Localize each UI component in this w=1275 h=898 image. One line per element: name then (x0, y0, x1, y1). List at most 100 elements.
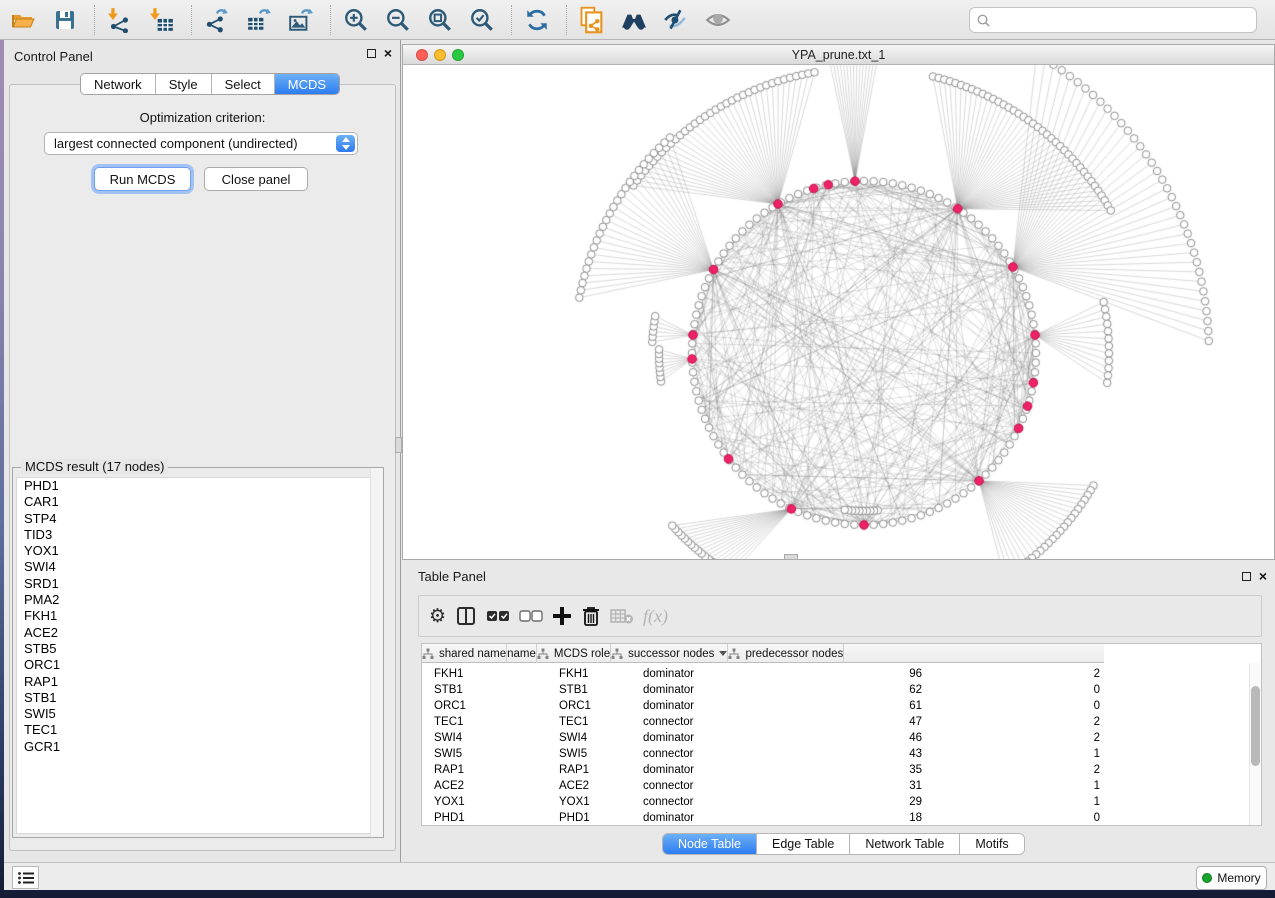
close-panel-icon[interactable]: × (384, 47, 392, 59)
column-header[interactable]: predecessor nodes (728, 644, 844, 663)
horizontal-splitter-handle[interactable] (784, 554, 798, 560)
show-columns-button[interactable] (455, 601, 477, 631)
save-session-button[interactable] (50, 4, 80, 36)
cell-shared-name: TEC1 (422, 714, 553, 730)
cell-mcds-role: dominator (629, 698, 784, 714)
table-tab[interactable]: Motifs (960, 834, 1023, 854)
control-panel-tab[interactable]: Select (212, 74, 275, 94)
column-header[interactable]: shared name (422, 644, 507, 663)
mcds-result-item[interactable]: PHD1 (17, 478, 379, 494)
hide-graphics-details-button[interactable] (661, 4, 691, 36)
column-header[interactable]: MCDS role (537, 644, 611, 663)
control-panel-tab[interactable]: Network (81, 74, 156, 94)
deselect-all-columns-button[interactable] (519, 601, 543, 631)
mcds-result-item[interactable]: STB5 (17, 641, 379, 657)
cell-shared-name: SWI4 (422, 730, 553, 746)
zoom-in-button[interactable] (341, 4, 371, 36)
memory-button[interactable]: Memory (1196, 866, 1267, 890)
import-network-button[interactable] (105, 4, 135, 36)
toolbar-separator (191, 5, 192, 35)
mcds-result-item[interactable]: ORC1 (17, 657, 379, 673)
open-session-button[interactable] (8, 4, 38, 36)
optimization-criterion-select[interactable]: largest connected component (undirected) (44, 132, 358, 155)
table-row[interactable]: SWI4 SWI4 dominator 46 2 (422, 730, 1261, 746)
mcds-result-item[interactable]: FKH1 (17, 608, 379, 624)
mcds-result-item[interactable]: RAP1 (17, 674, 379, 690)
optimization-criterion-label: Optimization criterion: (4, 110, 401, 125)
select-stepper-icon[interactable] (336, 135, 355, 152)
table-row[interactable]: FKH1 FKH1 dominator 96 2 (422, 666, 1261, 682)
table-settings-button[interactable]: ⚙ (429, 601, 446, 631)
mcds-result-item[interactable]: GCR1 (17, 739, 379, 755)
import-table-button[interactable] (147, 4, 177, 36)
function-builder-button[interactable]: f(x) (643, 601, 668, 631)
zoom-fit-button[interactable] (425, 4, 455, 36)
refresh-button[interactable] (522, 4, 552, 36)
cell-mcds-role: connector (629, 778, 784, 794)
network-canvas[interactable] (403, 65, 1274, 559)
run-mcds-button[interactable]: Run MCDS (94, 167, 191, 191)
float-panel-icon[interactable] (367, 49, 376, 58)
cell-successor-nodes: 35 (784, 762, 934, 778)
column-header[interactable]: name (507, 644, 537, 663)
zoom-selected-icon (469, 7, 495, 33)
mcds-result-item[interactable]: STB1 (17, 690, 379, 706)
search-input[interactable] (995, 13, 1250, 27)
close-panel-button[interactable]: Close panel (204, 167, 308, 191)
show-graphics-details-icon (704, 7, 732, 33)
table-scrollbar-thumb[interactable] (1251, 686, 1260, 766)
table-tab[interactable]: Edge Table (757, 834, 850, 854)
table-row[interactable]: RAP1 RAP1 dominator 35 2 (422, 762, 1261, 778)
table-row[interactable]: STB1 STB1 dominator 62 0 (422, 682, 1261, 698)
mcds-result-item[interactable]: SWI4 (17, 559, 379, 575)
mcds-result-item[interactable]: SWI5 (17, 706, 379, 722)
table-tab[interactable]: Network Table (850, 834, 960, 854)
table-tab[interactable]: Node Table (663, 834, 757, 854)
delete-column-button[interactable] (581, 601, 601, 631)
table-row[interactable]: TEC1 TEC1 connector 47 2 (422, 714, 1261, 730)
table-tabs: Node TableEdge TableNetwork TableMotifs (662, 833, 1025, 855)
select-all-columns-button[interactable] (486, 601, 510, 631)
mcds-result-item[interactable]: CAR1 (17, 494, 379, 510)
export-table-button[interactable] (244, 4, 274, 36)
control-panel-tab[interactable]: Style (156, 74, 212, 94)
mcds-result-item[interactable]: TEC1 (17, 722, 379, 738)
mcds-result-item[interactable]: YOX1 (17, 543, 379, 559)
mcds-result-item[interactable]: SRD1 (17, 576, 379, 592)
mcds-result-title: MCDS result (17 nodes) (21, 459, 168, 474)
checked-boxes-icon (486, 609, 510, 623)
cell-mcds-role: connector (629, 714, 784, 730)
cell-name: RAP1 (553, 762, 629, 778)
trash-icon (581, 605, 601, 627)
table-row[interactable]: SWI5 SWI5 connector 43 1 (422, 746, 1261, 762)
export-network-button[interactable] (202, 4, 232, 36)
table-row[interactable]: YOX1 YOX1 connector 29 1 (422, 794, 1261, 810)
float-table-panel-icon[interactable] (1242, 572, 1251, 581)
cell-successor-nodes: 43 (784, 746, 934, 762)
result-scrollbar[interactable] (370, 468, 383, 837)
vertical-splitter-handle[interactable] (395, 437, 402, 453)
network-window-titlebar[interactable]: YPA_prune.txt_1 (403, 45, 1274, 65)
mcds-result-item[interactable]: ACE2 (17, 625, 379, 641)
export-image-button[interactable] (286, 4, 316, 36)
table-scrollbar[interactable] (1249, 663, 1261, 825)
mcds-result-item[interactable]: STP4 (17, 511, 379, 527)
mcds-result-item[interactable]: PMA2 (17, 592, 379, 608)
delete-table-button[interactable] (610, 601, 634, 631)
table-row[interactable]: ACE2 ACE2 connector 31 1 (422, 778, 1261, 794)
zoom-selected-button[interactable] (467, 4, 497, 36)
table-row[interactable]: PHD1 PHD1 dominator 18 0 (422, 810, 1261, 826)
table-row[interactable]: ORC1 ORC1 dominator 61 0 (422, 698, 1261, 714)
close-table-panel-icon[interactable]: × (1259, 570, 1267, 582)
mcds-result-item[interactable]: TID3 (17, 527, 379, 543)
zoom-out-button[interactable] (383, 4, 413, 36)
column-header[interactable]: successor nodes (611, 644, 728, 663)
search-network-button[interactable] (619, 4, 649, 36)
show-graphics-details-button[interactable] (703, 4, 733, 36)
cell-shared-name: STB1 (422, 682, 553, 698)
show-panels-button[interactable] (12, 866, 39, 889)
control-panel-tab[interactable]: MCDS (275, 74, 339, 94)
clone-network-button[interactable] (577, 4, 607, 36)
add-column-button[interactable] (552, 601, 572, 631)
fx-icon: f(x) (643, 606, 668, 627)
